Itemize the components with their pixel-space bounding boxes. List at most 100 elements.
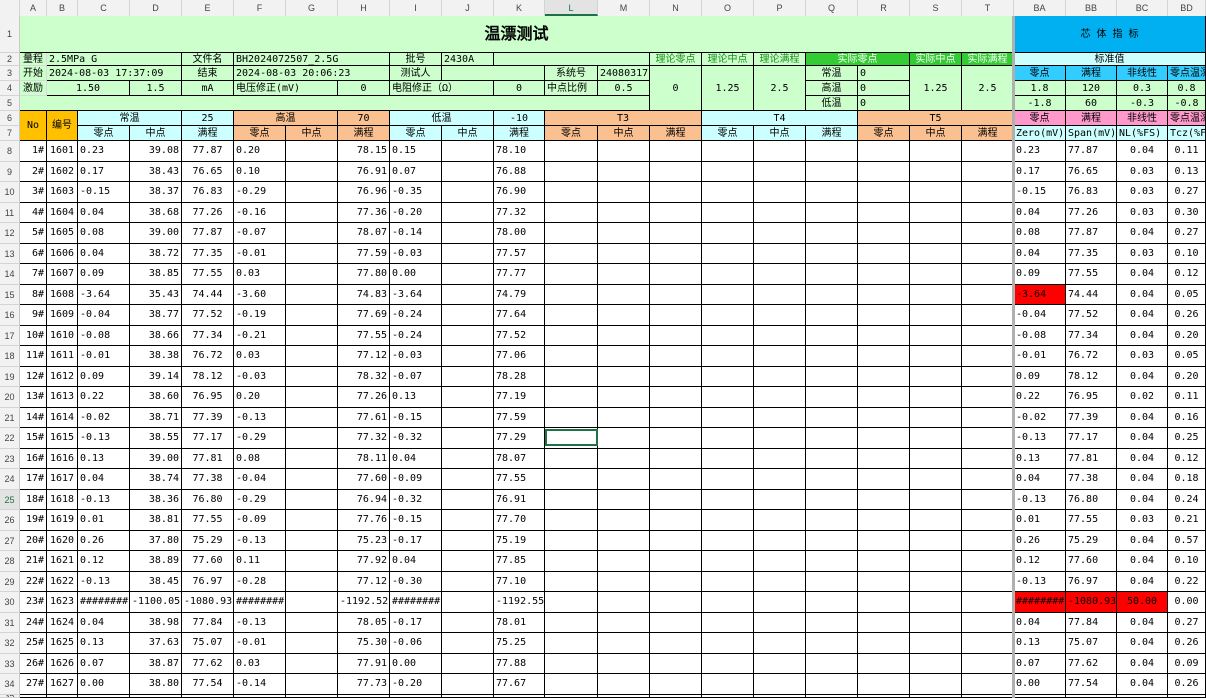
- low-zero[interactable]: -0.30: [390, 571, 442, 592]
- empty-cell[interactable]: [650, 305, 702, 326]
- chip-tcz[interactable]: 0.10: [1168, 551, 1206, 572]
- chip-zero[interactable]: -3.64: [1014, 284, 1066, 305]
- low-zero[interactable]: -0.32: [390, 428, 442, 449]
- normal-mid[interactable]: 39.09: [130, 694, 182, 698]
- high-zero[interactable]: -0.01: [234, 633, 286, 654]
- low-span[interactable]: 77.85: [494, 551, 545, 572]
- empty-cell[interactable]: [858, 571, 910, 592]
- high-span[interactable]: 76.96: [338, 182, 390, 203]
- select-all-corner[interactable]: [0, 0, 20, 16]
- high-span[interactable]: 77.61: [338, 407, 390, 428]
- chip-span[interactable]: 78.12: [1066, 366, 1117, 387]
- normal-span[interactable]: -1080.93: [182, 592, 234, 613]
- high-mid[interactable]: [286, 284, 338, 305]
- chip-nl[interactable]: 0.04: [1117, 284, 1168, 305]
- chip-zero[interactable]: -0.02: [1014, 407, 1066, 428]
- empty-cell[interactable]: [598, 530, 650, 551]
- empty-cell[interactable]: [702, 674, 754, 695]
- high-mid[interactable]: [286, 366, 338, 387]
- empty-cell[interactable]: [754, 633, 806, 654]
- empty-cell[interactable]: [702, 551, 754, 572]
- high-zero[interactable]: -0.16: [234, 202, 286, 223]
- empty-cell[interactable]: [910, 448, 962, 469]
- chip-zero[interactable]: 0.23: [1014, 141, 1066, 162]
- chip-span[interactable]: 77.87: [1066, 141, 1117, 162]
- low-span[interactable]: 77.19: [494, 387, 545, 408]
- low-zero[interactable]: -0.20: [390, 674, 442, 695]
- empty-cell[interactable]: [858, 366, 910, 387]
- chip-tcz[interactable]: 0.26: [1168, 305, 1206, 326]
- normal-zero[interactable]: -0.13: [78, 428, 130, 449]
- chip-nl[interactable]: 0.04: [1117, 448, 1168, 469]
- high-zero[interactable]: -0.04: [234, 469, 286, 490]
- normal-zero[interactable]: -0.15: [78, 182, 130, 203]
- row-code[interactable]: 1608: [47, 284, 78, 305]
- high-span[interactable]: 77.73: [338, 674, 390, 695]
- chip-nl[interactable]: 0.04: [1117, 653, 1168, 674]
- chip-span[interactable]: 77.17: [1066, 428, 1117, 449]
- chip-nl[interactable]: 0.04: [1117, 633, 1168, 654]
- empty-cell[interactable]: [806, 407, 858, 428]
- empty-cell[interactable]: [754, 182, 806, 203]
- empty-cell[interactable]: [962, 141, 1014, 162]
- empty-cell[interactable]: [598, 161, 650, 182]
- row-code[interactable]: 1621: [47, 551, 78, 572]
- high-mid[interactable]: [286, 202, 338, 223]
- chip-zero[interactable]: 0.17: [1014, 161, 1066, 182]
- normal-zero[interactable]: 0.23: [78, 141, 130, 162]
- empty-cell[interactable]: [910, 264, 962, 285]
- empty-cell[interactable]: [806, 428, 858, 449]
- low-span[interactable]: 75.19: [494, 530, 545, 551]
- empty-cell[interactable]: [650, 366, 702, 387]
- empty-cell[interactable]: [702, 161, 754, 182]
- empty-cell[interactable]: [962, 551, 1014, 572]
- empty-cell[interactable]: [650, 141, 702, 162]
- high-mid[interactable]: [286, 510, 338, 531]
- empty-cell[interactable]: [754, 551, 806, 572]
- chip-span[interactable]: 77.34: [1066, 325, 1117, 346]
- normal-mid[interactable]: 38.66: [130, 325, 182, 346]
- empty-cell[interactable]: [962, 653, 1014, 674]
- empty-cell[interactable]: [858, 448, 910, 469]
- normal-mid[interactable]: 39.00: [130, 223, 182, 244]
- chip-span[interactable]: 76.97: [1066, 571, 1117, 592]
- empty-cell[interactable]: [754, 428, 806, 449]
- high-span[interactable]: 76.91: [338, 161, 390, 182]
- low-span[interactable]: 77.52: [494, 325, 545, 346]
- row-code[interactable]: 1604: [47, 202, 78, 223]
- batch-value[interactable]: 2430A: [442, 53, 494, 66]
- empty-cell[interactable]: [754, 161, 806, 182]
- empty-cell[interactable]: [806, 674, 858, 695]
- empty-cell[interactable]: [545, 202, 598, 223]
- low-mid[interactable]: [442, 551, 494, 572]
- low-mid[interactable]: [442, 571, 494, 592]
- normal-mid[interactable]: 38.77: [130, 305, 182, 326]
- high-zero[interactable]: 0.20: [234, 387, 286, 408]
- normal-zero[interactable]: 0.07: [78, 653, 130, 674]
- chip-nl[interactable]: 0.03: [1117, 243, 1168, 264]
- row-header-7[interactable]: 7: [0, 126, 20, 141]
- high-span[interactable]: 74.83: [338, 284, 390, 305]
- high-mid[interactable]: [286, 387, 338, 408]
- chip-span[interactable]: 75.07: [1066, 633, 1117, 654]
- normal-zero[interactable]: 0.26: [78, 530, 130, 551]
- chip-nl[interactable]: 0.04: [1117, 551, 1168, 572]
- low-span[interactable]: 76.91: [494, 489, 545, 510]
- high-span[interactable]: 77.92: [338, 551, 390, 572]
- high-span[interactable]: 77.12: [338, 346, 390, 367]
- empty-cell[interactable]: [650, 202, 702, 223]
- row-header-16[interactable]: 16: [0, 305, 20, 326]
- low-span[interactable]: 77.70: [494, 510, 545, 531]
- high-mid[interactable]: [286, 448, 338, 469]
- empty-cell[interactable]: [858, 428, 910, 449]
- low-span[interactable]: 77.55: [494, 469, 545, 490]
- chip-nl[interactable]: 0.04: [1117, 489, 1168, 510]
- empty-cell[interactable]: [650, 161, 702, 182]
- low-mid[interactable]: [442, 161, 494, 182]
- normal-span[interactable]: 77.55: [182, 264, 234, 285]
- normal-mid[interactable]: 38.60: [130, 387, 182, 408]
- empty-cell[interactable]: [858, 612, 910, 633]
- empty-cell[interactable]: [962, 346, 1014, 367]
- chip-zero[interactable]: 0.01: [1014, 510, 1066, 531]
- normal-span[interactable]: 77.26: [182, 202, 234, 223]
